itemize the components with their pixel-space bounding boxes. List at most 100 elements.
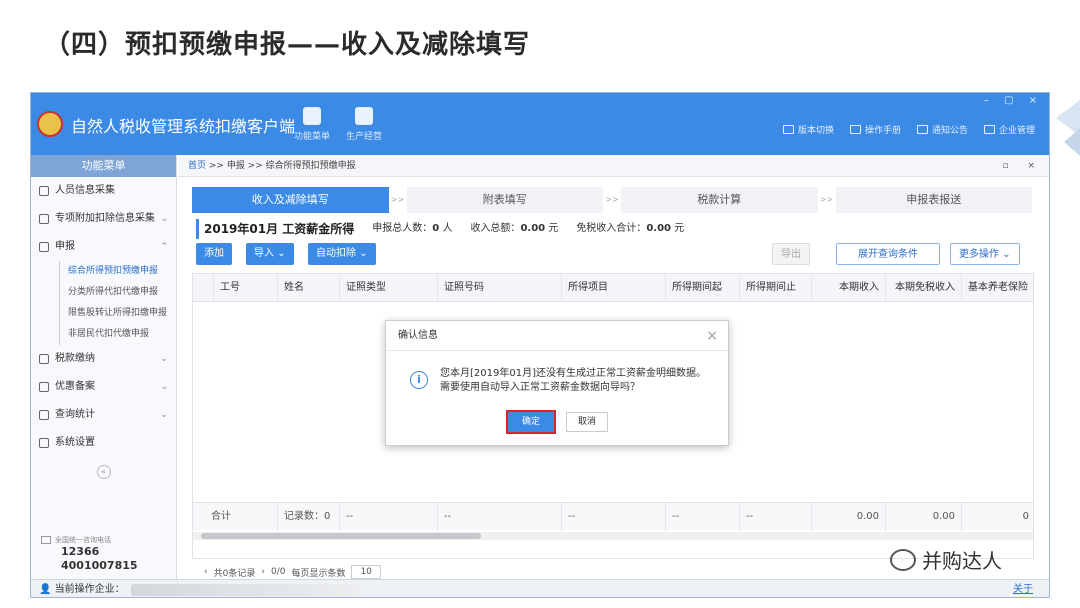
dialog-message: 您本月[2019年01月]还没有生成过正常工资薪金明细数据。 需要使用自动导入正… <box>440 367 720 395</box>
toolbar-production-button[interactable]: 生产经营 <box>339 107 389 142</box>
window-controls[interactable]: – ▢ × <box>984 95 1043 106</box>
exempt-total: 免税收入合计：0.00 元 <box>576 219 684 239</box>
toolbar-menu-button[interactable]: 功能菜单 <box>287 107 337 142</box>
sidebar-item-declare[interactable]: 申报 ⌃ <box>31 233 176 261</box>
table-footer: 合计 记录数：0 -- -- -- -- -- 0.00 0.00 0 <box>193 502 1033 531</box>
col-id-type[interactable]: 证照类型 <box>339 274 437 302</box>
pager-prev-icon[interactable]: ‹ <box>204 567 208 577</box>
tab-controls[interactable]: ▫ × <box>1002 155 1043 177</box>
tab-attachment[interactable]: 附表填写 <box>406 187 603 213</box>
version-switch-link[interactable]: 版本切换 <box>782 123 834 136</box>
grid-icon <box>39 438 49 448</box>
wechat-icon <box>890 548 916 571</box>
footer-records: 记录数：0 <box>277 503 339 531</box>
sidebar-item-settings[interactable]: 系统设置 <box>31 429 176 457</box>
manual-link[interactable]: 操作手册 <box>849 123 901 136</box>
dialog-message-line1: 您本月[2019年01月]还没有生成过正常工资薪金明细数据。 <box>440 368 706 379</box>
horizontal-scrollbar[interactable] <box>193 532 1033 540</box>
pagination: ‹ 共0条记录 › 0/0 每页显示条数 10 <box>204 565 381 579</box>
user-icon: 👤 <box>39 584 52 595</box>
col-period-start[interactable]: 所得期间起 <box>665 274 739 302</box>
footer-dash: -- <box>665 503 739 531</box>
add-button[interactable]: 添加 <box>196 243 232 265</box>
sidebar-sub-nonresident[interactable]: 非居民代扣代缴申报 <box>59 324 176 345</box>
sidebar-sub-comprehensive[interactable]: 综合所得预扣预缴申报 <box>59 261 176 282</box>
dialog-message-line2: 需要使用自动导入正常工资薪金数据向导吗？ <box>440 382 640 393</box>
step-separator: >> <box>390 195 405 204</box>
cancel-button[interactable]: 取消 <box>566 412 608 432</box>
import-label: 导入 <box>254 248 274 259</box>
sidebar-item-preferential[interactable]: 优惠备案 ⌄ <box>31 373 176 401</box>
hotline-number-2: 4001007815 <box>61 559 138 572</box>
col-select[interactable] <box>193 274 213 302</box>
pager-total: 共0条记录 <box>213 568 256 579</box>
close-icon[interactable]: × <box>706 321 718 351</box>
tax-emblem-icon <box>37 111 63 137</box>
sidebar-sub-classified[interactable]: 分类所得代扣代缴申报 <box>59 282 176 303</box>
confirm-button[interactable]: 确定 <box>506 410 556 434</box>
auto-deduct-button[interactable]: 自动扣除 ⌄ <box>308 243 376 265</box>
sidebar-item-tax-payment[interactable]: 税款缴纳 ⌄ <box>31 345 176 373</box>
sidebar-item-special-deduction[interactable]: 专项附加扣除信息采集 ⌄ <box>31 205 176 233</box>
people-unit: 人 <box>442 223 453 234</box>
grid-icon <box>39 410 49 420</box>
col-income-item[interactable]: 所得项目 <box>561 274 665 302</box>
notice-label: 通知公告 <box>931 126 968 136</box>
import-button[interactable]: 导入 ⌄ <box>246 243 294 265</box>
sidebar-item-query[interactable]: 查询统计 ⌄ <box>31 401 176 429</box>
step-separator: >> <box>605 195 619 204</box>
toolbar-production-label: 生产经营 <box>345 132 382 142</box>
phone-icon <box>41 536 51 544</box>
col-period-end[interactable]: 所得期间止 <box>739 274 811 302</box>
action-bar: 添加 导入 ⌄ 自动扣除 ⌄ 导出 展开查询条件 更多操作 ⌄ <box>196 243 1036 267</box>
sidebar-item-personnel[interactable]: 人员信息采集 <box>31 177 176 205</box>
info-icon: i <box>410 371 428 389</box>
sidebar-collapse-icon[interactable]: « <box>96 465 111 479</box>
tab-income-deduction[interactable]: 收入及减除填写 <box>192 187 389 213</box>
per-page-select[interactable]: 10 <box>351 565 381 579</box>
period-title: 2019年01月 工资薪金所得 <box>196 219 354 239</box>
breadcrumb: 首页 >> 申报 >> 综合所得预扣预缴申报 ▫ × <box>178 155 1049 177</box>
notice-link[interactable]: 通知公告 <box>916 123 968 136</box>
chevron-down-icon: ⌄ <box>160 382 168 392</box>
scrollbar-thumb[interactable] <box>201 533 481 539</box>
breadcrumb-home[interactable]: 首页 <box>188 161 206 171</box>
grid-icon <box>39 354 49 364</box>
export-button[interactable]: 导出 <box>772 243 810 265</box>
footer-dash: -- <box>437 503 561 531</box>
tab-tax-calc[interactable]: 税款计算 <box>621 187 818 213</box>
tab-submit[interactable]: 申报表报送 <box>835 187 1032 213</box>
chevron-down-icon: ⌄ <box>359 248 368 259</box>
more-actions-label: 更多操作 <box>959 249 999 260</box>
topright-links: 版本切换 操作手册 通知公告 企业管理 <box>782 123 1035 136</box>
footer-last: 0 <box>961 503 1033 531</box>
sidebar-item-label: 税款缴纳 <box>55 353 95 364</box>
summary-line: 2019年01月 工资薪金所得 申报总人数：0 人 收入总额：0.00 元 免税… <box>196 219 684 239</box>
col-exempt-income[interactable]: 本期免税收入 <box>885 274 961 302</box>
step-tabs: 收入及减除填写 >> 附表填写 >> 税款计算 >> 申报表报送 <box>192 187 1032 213</box>
chevron-up-icon: ⌃ <box>160 242 168 252</box>
building-icon <box>983 125 995 134</box>
sidebar-item-label: 专项附加扣除信息采集 <box>55 213 155 224</box>
footer-dash: -- <box>739 503 811 531</box>
col-name[interactable]: 姓名 <box>277 274 339 302</box>
doc-icon <box>39 382 49 392</box>
enterprise-link[interactable]: 企业管理 <box>983 123 1035 136</box>
more-actions-button[interactable]: 更多操作 ⌄ <box>950 243 1020 265</box>
about-link[interactable]: 关于 <box>1013 580 1033 597</box>
expand-query-button[interactable]: 展开查询条件 <box>836 243 940 265</box>
col-employee-id[interactable]: 工号 <box>213 274 277 302</box>
status-bar: 👤 当前操作企业： 关于 <box>31 579 1049 597</box>
sidebar-sub-restricted-stock[interactable]: 限售股转让所得扣缴申报 <box>59 303 176 324</box>
col-id-number[interactable]: 证照号码 <box>437 274 561 302</box>
col-pension[interactable]: 基本养老保险 <box>961 274 1033 302</box>
income-total: 收入总额：0.00 元 <box>470 219 558 239</box>
footer-dash: -- <box>339 503 437 531</box>
mail-icon <box>916 125 928 134</box>
manual-label: 操作手册 <box>864 126 901 136</box>
pager-next-icon[interactable]: › <box>261 567 265 577</box>
step-separator: >> <box>819 195 834 204</box>
footer-dash: -- <box>561 503 665 531</box>
list-icon <box>39 214 49 224</box>
col-current-income[interactable]: 本期收入 <box>811 274 885 302</box>
